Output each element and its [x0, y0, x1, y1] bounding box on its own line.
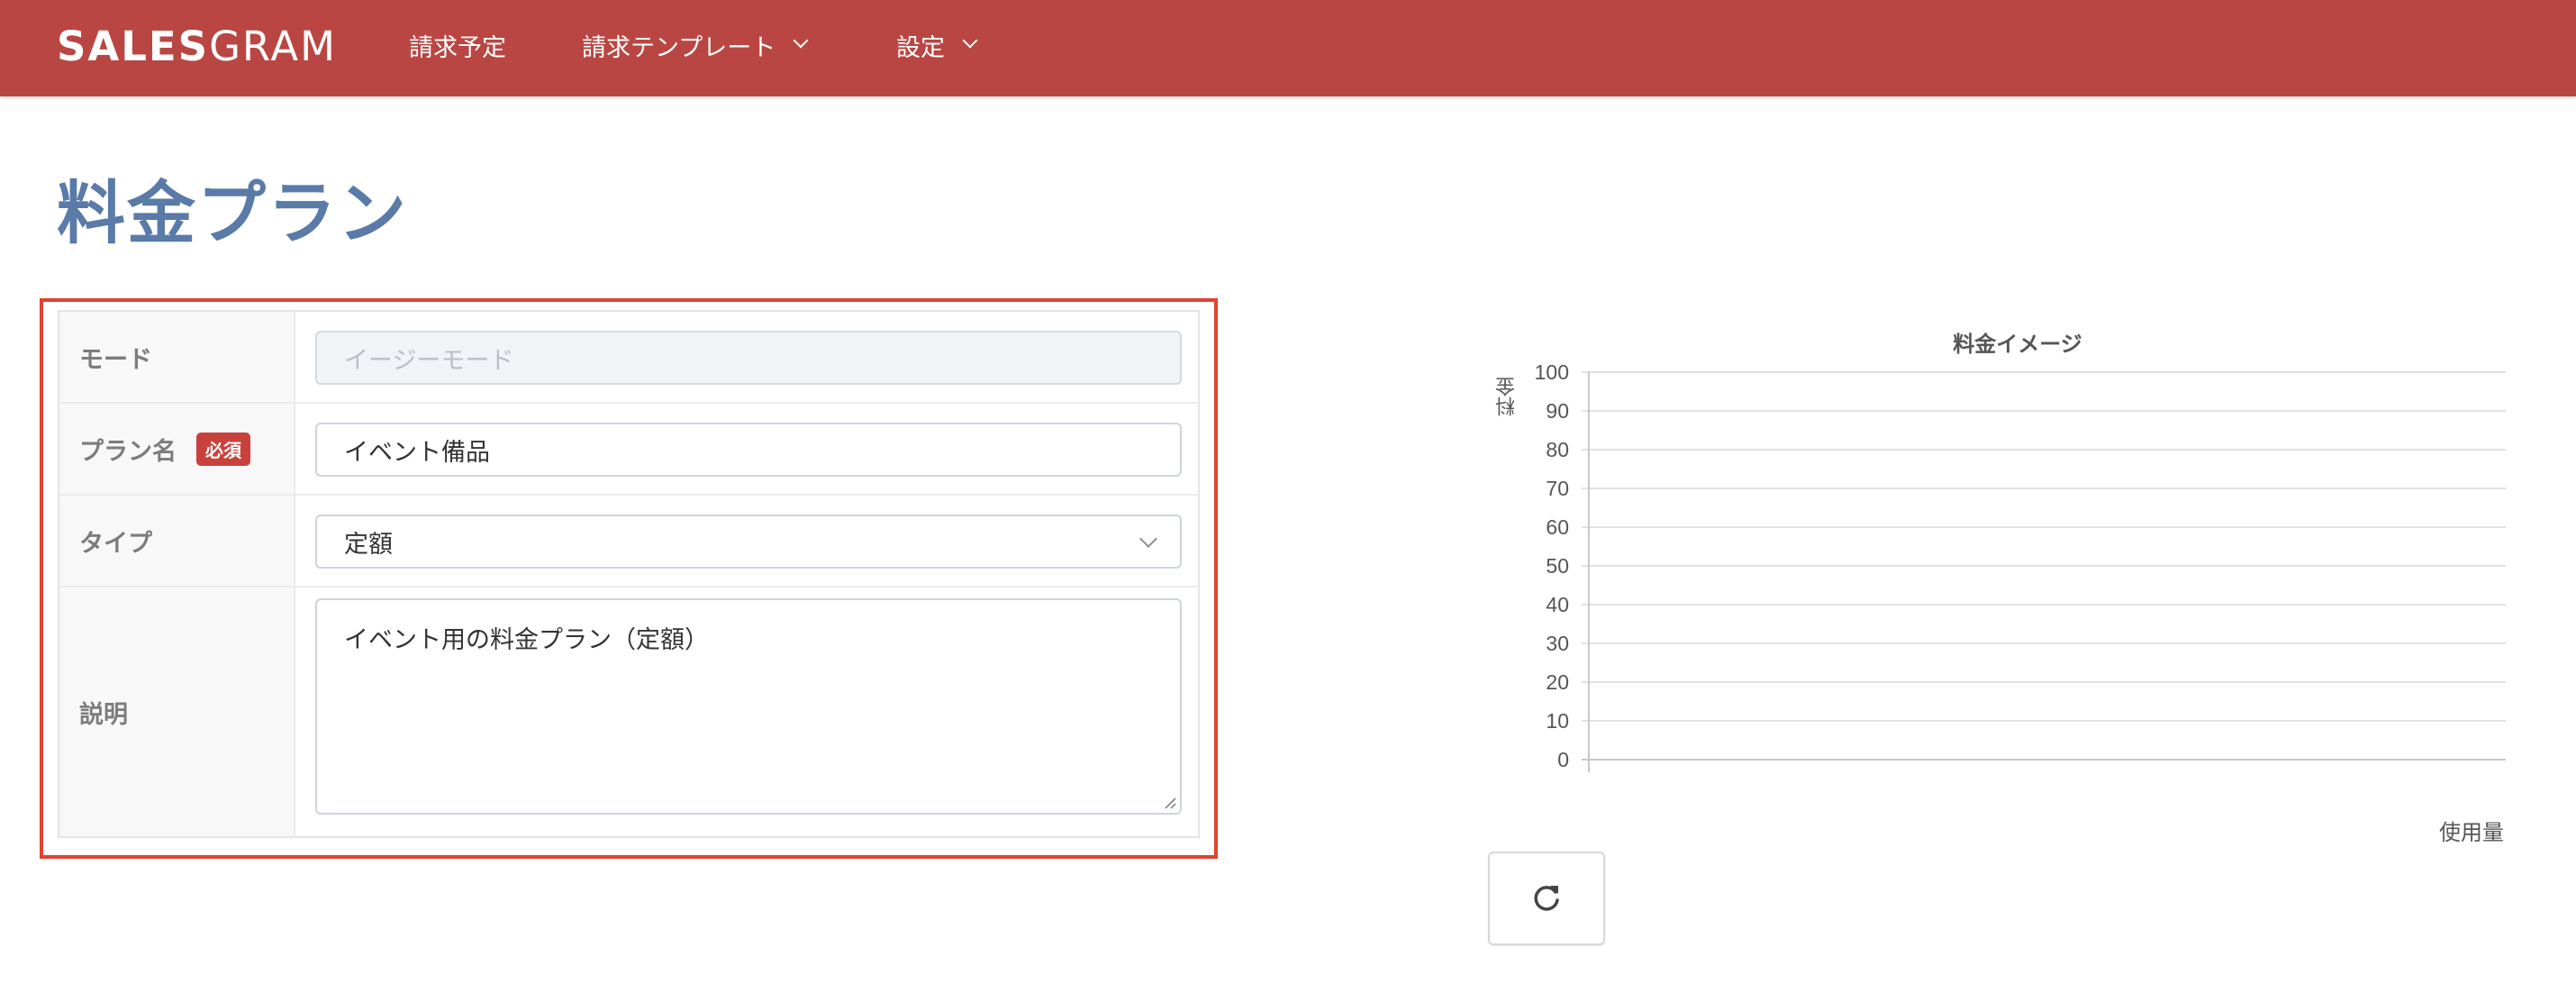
chart-area: 0 10 20 30 40 50 60 70 80 90 100 [1535, 360, 2506, 772]
required-badge: 必須 [196, 432, 250, 466]
page-title: 料金プラン [57, 173, 408, 253]
nav-billing-template[interactable]: 請求テンプレート [582, 25, 809, 65]
description-label-text: 説明 [79, 700, 128, 729]
nav-billing-schedule-label: 請求予定 [409, 33, 506, 62]
chart-title: 料金イメージ [1953, 332, 2082, 357]
description-textarea[interactable]: イベント用の料金プラン（定額） [315, 598, 1182, 815]
plan-name-value: イベント備品 [344, 438, 490, 467]
form-row-type: タイプ 定額 [59, 496, 1198, 588]
chevron-down-icon [1139, 530, 1157, 548]
form-row-plan-name: プラン名 必須 イベント備品 [59, 404, 1198, 496]
mode-label: モード [59, 312, 295, 402]
chart-y-tick-label: 50 [1546, 554, 1569, 578]
chart-y-tick-label: 70 [1546, 477, 1569, 500]
chart-y-tick-label: 10 [1546, 709, 1569, 733]
mode-label-text: モード [79, 345, 152, 374]
mode-field-placeholder: イージーモード [344, 346, 514, 375]
description-label: 説明 [59, 588, 295, 836]
refresh-icon [1534, 886, 1559, 911]
brand-logo-bold: SALES [57, 22, 210, 70]
chart-y-tick-label: 40 [1546, 593, 1569, 616]
top-navbar: SALES GRAM 請求予定 請求テンプレート 設定 [0, 0, 2576, 96]
refresh-button[interactable] [1488, 852, 1605, 945]
brand-logo[interactable]: SALES GRAM [57, 22, 337, 70]
resize-handle-icon[interactable] [1164, 797, 1176, 809]
form-row-mode: モード イージーモード [59, 312, 1198, 404]
chevron-down-icon [793, 32, 809, 49]
plan-name-input[interactable]: イベント備品 [315, 423, 1182, 477]
plan-form: モード イージーモード プラン名 必須 イベント備品 タイプ 定額 説明 イベン… [58, 310, 1200, 838]
nav-billing-template-label: 請求テンプレート [582, 33, 776, 62]
brand-logo-light: GRAM [209, 22, 337, 70]
type-select[interactable]: 定額 [315, 515, 1182, 569]
type-select-value: 定額 [344, 530, 393, 559]
description-value: イベント用の料金プラン（定額） [344, 626, 709, 654]
chart-y-tick-label: 60 [1546, 515, 1569, 539]
chart-y-tick-label: 20 [1546, 670, 1569, 694]
nav-settings[interactable]: 設定 [896, 25, 978, 65]
type-label-text: タイプ [79, 529, 152, 558]
nav-billing-schedule[interactable]: 請求予定 [409, 25, 506, 65]
type-label: タイプ [59, 496, 295, 586]
plan-name-label: プラン名 必須 [59, 404, 295, 494]
form-row-description: 説明 イベント用の料金プラン（定額） [59, 588, 1198, 836]
nav-settings-label: 設定 [896, 33, 945, 62]
chart-y-axis-label: 料金 [1496, 377, 1519, 416]
chart-y-tick-label: 90 [1546, 399, 1569, 423]
chart-x-axis-label: 使用量 [2439, 820, 2504, 845]
chart-y-tick-label: 0 [1557, 748, 1569, 771]
chart-y-tick-label: 80 [1546, 438, 1569, 461]
mode-field: イージーモード [315, 331, 1182, 385]
plan-name-label-text: プラン名 [79, 437, 177, 466]
chevron-down-icon [962, 32, 978, 49]
chart-y-tick-label: 100 [1535, 360, 1569, 384]
chart-y-tick-label: 30 [1546, 632, 1569, 655]
